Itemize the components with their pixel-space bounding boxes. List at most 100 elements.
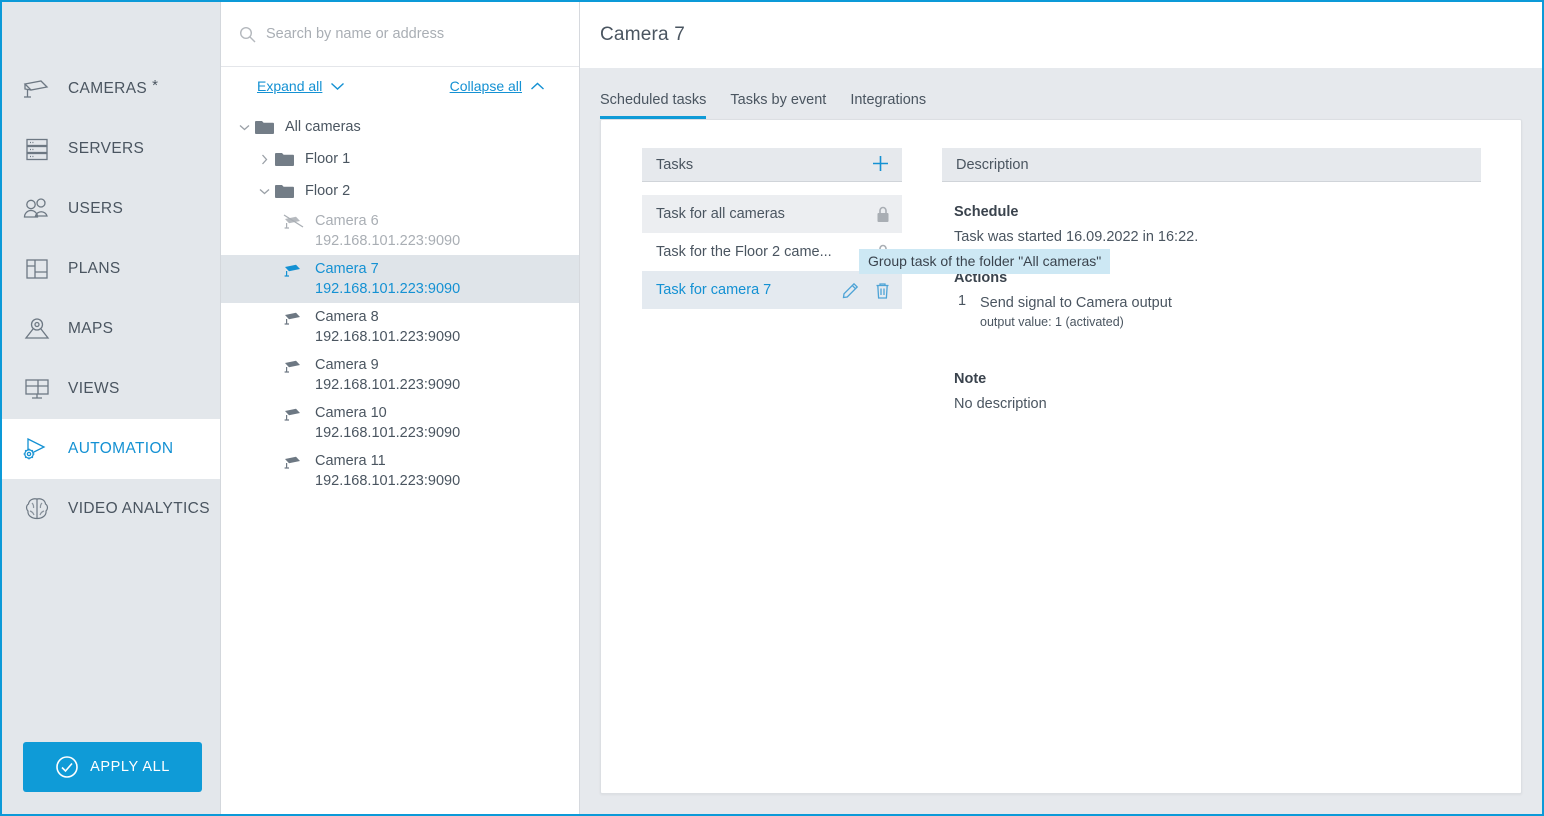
add-task-button[interactable] (871, 154, 890, 176)
collapse-all-button[interactable]: Collapse all (450, 78, 545, 94)
sidebar-item-automation[interactable]: AUTOMATION (2, 419, 220, 479)
tab-scheduled-tasks[interactable]: Scheduled tasks (600, 92, 718, 119)
views-grid-icon (20, 372, 54, 406)
trash-icon[interactable] (875, 282, 890, 299)
note-heading: Note (954, 371, 987, 387)
tree-camera-row[interactable]: Camera 11 192.168.101.223:9090 (221, 447, 579, 495)
apply-all-button[interactable]: APPLY ALL (23, 742, 202, 792)
tree-folder-all-cameras[interactable]: All cameras (221, 111, 579, 143)
schedule-text: Task was started 16.09.2022 in 16:22. (954, 229, 1199, 245)
tree-camera-texts: Camera 10 192.168.101.223:9090 (315, 403, 460, 443)
description-panel-title: Description (956, 156, 1029, 173)
schedule-heading: Schedule (954, 204, 1019, 220)
action-subtitle: output value: 1 (activated) (980, 315, 1124, 329)
plans-icon (20, 252, 54, 286)
chevron-down-icon[interactable] (233, 124, 255, 131)
description-panel-header: Description (942, 148, 1481, 182)
tree-folder-floor-2[interactable]: Floor 2 (221, 175, 579, 207)
camera-icon (283, 454, 305, 470)
automation-gear-play-icon (20, 432, 54, 466)
search-input[interactable] (266, 26, 561, 42)
tree-camera-row[interactable]: Camera 10 192.168.101.223:9090 (221, 399, 579, 447)
tree-camera-address: 192.168.101.223:9090 (315, 473, 461, 489)
tree-folder-label: Floor 2 (305, 183, 351, 199)
task-row-all-cameras[interactable]: Task for all cameras (642, 195, 902, 233)
expand-all-label: Expand all (257, 78, 323, 94)
tree-camera-name: Camera 10 (315, 405, 387, 421)
application-window: CAMERAS * SERVERS USERS PLANS MAPS VIEWS… (0, 0, 1544, 816)
tree-folder-label: All cameras (285, 119, 361, 135)
note-block: Note No description (954, 371, 1481, 415)
brain-icon (20, 492, 54, 526)
camera-tree-panel: Expand all Collapse all (221, 2, 580, 814)
chevron-down-icon[interactable] (253, 188, 275, 195)
folder-icon (275, 152, 294, 167)
tree-camera-name: Camera 8 (315, 309, 379, 325)
chevron-up-icon (530, 82, 545, 91)
camera-icon (283, 406, 305, 422)
tree-camera-row[interactable]: Camera 8 192.168.101.223:9090 (221, 303, 579, 351)
camera-icon (283, 262, 305, 278)
tab-bar: Scheduled tasks Tasks by event Integrati… (580, 68, 1542, 119)
tree-camera-texts: Camera 7 192.168.101.223:9090 (315, 259, 460, 299)
camera-icon (283, 358, 305, 374)
check-circle-icon (55, 755, 79, 779)
search-row (221, 2, 579, 67)
tab-label: Tasks by event (730, 92, 827, 108)
tasks-panel-title: Tasks (656, 156, 694, 173)
expand-all-button[interactable]: Expand all (257, 78, 345, 94)
tree-camera-name: Camera 11 (315, 453, 386, 469)
action-texts: Send signal to Camera output output valu… (980, 293, 1172, 331)
action-number: 1 (958, 293, 967, 309)
tree-camera-texts: Camera 9 192.168.101.223:9090 (315, 355, 460, 395)
tree-camera-row-selected[interactable]: Camera 7 192.168.101.223:9090 (221, 255, 579, 303)
content-card: Tasks Task for all cameras Task for the … (600, 119, 1522, 794)
expand-collapse-row: Expand all Collapse all (221, 67, 579, 105)
camera-offline-icon (283, 214, 305, 230)
sidebar-item-plans[interactable]: PLANS (2, 239, 220, 299)
note-text: No description (954, 396, 1047, 412)
task-row-camera-7[interactable]: Task for camera 7 (642, 271, 902, 309)
sidebar-item-maps[interactable]: MAPS (2, 299, 220, 359)
tab-tasks-by-event[interactable]: Tasks by event (718, 92, 838, 119)
tree-camera-address: 192.168.101.223:9090 (315, 377, 461, 393)
camera-icon (20, 72, 54, 106)
tree-folder-label: Floor 1 (305, 151, 351, 167)
server-icon (20, 132, 54, 166)
lock-icon (876, 206, 890, 223)
tasks-panel: Tasks Task for all cameras Task for the … (642, 148, 902, 415)
sidebar-item-label: CAMERAS (68, 80, 148, 97)
left-nav-sidebar: CAMERAS * SERVERS USERS PLANS MAPS VIEWS… (2, 2, 221, 814)
tree-folder-floor-1[interactable]: Floor 1 (221, 143, 579, 175)
sidebar-item-label: VIEWS (68, 380, 120, 397)
apply-all-label: APPLY ALL (90, 759, 170, 775)
sidebar-item-star: * (152, 76, 159, 94)
tree-camera-address: 192.168.101.223:9090 (315, 281, 461, 297)
task-label: Task for camera 7 (656, 282, 772, 298)
tab-integrations[interactable]: Integrations (838, 92, 938, 119)
main-content-area: Camera 7 Scheduled tasks Tasks by event … (580, 2, 1542, 814)
tab-label: Integrations (850, 92, 927, 108)
task-row-actions (876, 206, 890, 223)
sidebar-item-label: MAPS (68, 320, 114, 337)
action-title: Send signal to Camera output (980, 295, 1172, 311)
sidebar-item-video-analytics[interactable]: VIDEO ANALYTICS (2, 479, 220, 539)
chevron-right-icon[interactable] (253, 154, 275, 165)
sidebar-item-label: PLANS (68, 260, 121, 277)
sidebar-item-servers[interactable]: SERVERS (2, 119, 220, 179)
tree-camera-row[interactable]: Camera 9 192.168.101.223:9090 (221, 351, 579, 399)
tree-camera-name: Camera 9 (315, 357, 379, 373)
users-icon (20, 192, 54, 226)
action-item: 1 Send signal to Camera output output va… (954, 293, 1481, 331)
tasks-panel-header: Tasks (642, 148, 902, 182)
camera-tree: All cameras Floor 1 Floor 2 Camera 6 192… (221, 105, 579, 814)
tree-camera-row[interactable]: Camera 6 192.168.101.223:9090 (221, 207, 579, 255)
sidebar-item-label: USERS (68, 200, 124, 217)
sidebar-item-views[interactable]: VIEWS (2, 359, 220, 419)
task-label: Task for the Floor 2 came... (656, 244, 832, 260)
pencil-icon[interactable] (842, 282, 859, 299)
description-panel: Description Schedule Task was started 16… (942, 148, 1481, 415)
sidebar-item-cameras[interactable]: CAMERAS * (2, 59, 220, 119)
nav-list: CAMERAS * SERVERS USERS PLANS MAPS VIEWS… (2, 59, 220, 539)
sidebar-item-users[interactable]: USERS (2, 179, 220, 239)
